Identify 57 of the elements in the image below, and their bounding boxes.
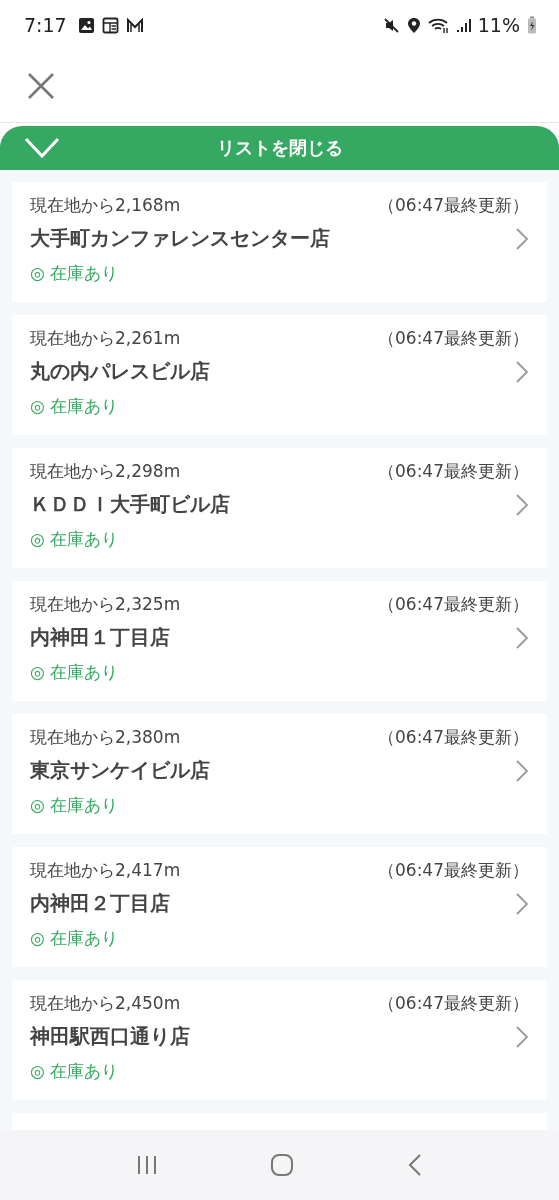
- distance-text: 現在地から2,168m: [30, 194, 181, 217]
- mail-icon: [125, 17, 144, 33]
- store-name: 東京サンケイビル店: [30, 757, 210, 784]
- chevron-right-icon: [515, 492, 529, 517]
- store-card[interactable]: 現在地から2,325m （06:47最終更新） 内神田１丁目店 ◎ 在庫あり: [12, 581, 547, 701]
- stock-status: ◎ 在庫あり: [30, 794, 119, 817]
- chevron-right-icon: [515, 891, 529, 916]
- chevron-right-icon: [515, 226, 529, 251]
- store-name: ＫＤＤＩ大手町ビル店: [30, 491, 230, 518]
- chevron-right-icon: [515, 359, 529, 384]
- location-icon: [406, 16, 421, 34]
- distance-text: 現在地から2,450m: [30, 992, 181, 1015]
- store-name: 内神田１丁目店: [30, 624, 170, 651]
- distance-text: 現在地から2,417m: [30, 859, 181, 882]
- distance-text: 現在地から2,261m: [30, 327, 181, 350]
- status-time: 7:17: [24, 14, 67, 36]
- home-icon[interactable]: [270, 1153, 295, 1177]
- chevron-icon: [24, 137, 60, 159]
- store-name: 丸の内パレスビル店: [30, 358, 210, 385]
- distance-text: 現在地から2,325m: [30, 593, 181, 616]
- image-icon: [77, 16, 95, 34]
- stock-status: ◎ 在庫あり: [30, 661, 119, 684]
- wifi-icon: [427, 16, 450, 34]
- updated-time: （06:47最終更新）: [378, 327, 529, 350]
- updated-time: （06:47最終更新）: [378, 859, 529, 882]
- chevron-right-icon: [515, 758, 529, 783]
- close-button[interactable]: [26, 71, 56, 101]
- store-card[interactable]: 現在地から2,261m （06:47最終更新） 丸の内パレスビル店 ◎ 在庫あり: [12, 315, 547, 435]
- updated-time: （06:47最終更新）: [378, 992, 529, 1015]
- recent-apps-icon[interactable]: [136, 1154, 159, 1176]
- store-card[interactable]: 現在地から2,168m （06:47最終更新） 大手町カンファレンスセンター店 ◎ 在庫あり: [12, 182, 547, 302]
- store-name: 大手町カンファレンスセンター店: [30, 225, 330, 252]
- updated-time: （06:47最終更新）: [378, 593, 529, 616]
- chevron-right-icon: [515, 1024, 529, 1049]
- distance-text: 現在地から2,380m: [30, 726, 181, 749]
- chevron-right-icon: [515, 625, 529, 650]
- battery-percent: 11%: [477, 14, 520, 36]
- stock-status: ◎ 在庫あり: [30, 528, 119, 551]
- back-icon[interactable]: [406, 1153, 423, 1177]
- news-icon: [101, 16, 119, 34]
- stock-status: ◎ 在庫あり: [30, 395, 119, 418]
- mute-icon: [382, 16, 400, 34]
- stock-status: ◎ 在庫あり: [30, 262, 119, 285]
- store-name: 神田駅西口通り店: [30, 1023, 190, 1050]
- store-name: 内神田２丁目店: [30, 890, 170, 917]
- stock-status: ◎ 在庫あり: [30, 927, 119, 950]
- signal-icon: [456, 17, 471, 33]
- updated-time: （06:47最終更新）: [378, 726, 529, 749]
- store-card[interactable]: 現在地から2,417m （06:47最終更新） 内神田２丁目店 ◎ 在庫あり: [12, 847, 547, 967]
- distance-text: 現在地から2,298m: [30, 460, 181, 483]
- stock-status: ◎ 在庫あり: [30, 1060, 119, 1083]
- store-card[interactable]: 現在地から2,450m （06:47最終更新） 神田駅西口通り店 ◎ 在庫あり: [12, 980, 547, 1100]
- battery-icon: [527, 16, 537, 34]
- updated-time: （06:47最終更新）: [378, 194, 529, 217]
- store-card[interactable]: 現在地から2,380m （06:47最終更新） 東京サンケイビル店 ◎ 在庫あり: [12, 714, 547, 834]
- store-card[interactable]: 現在地から2,298m （06:47最終更新） ＫＤＤＩ大手町ビル店 ◎ 在庫あり: [12, 448, 547, 568]
- updated-time: （06:47最終更新）: [378, 460, 529, 483]
